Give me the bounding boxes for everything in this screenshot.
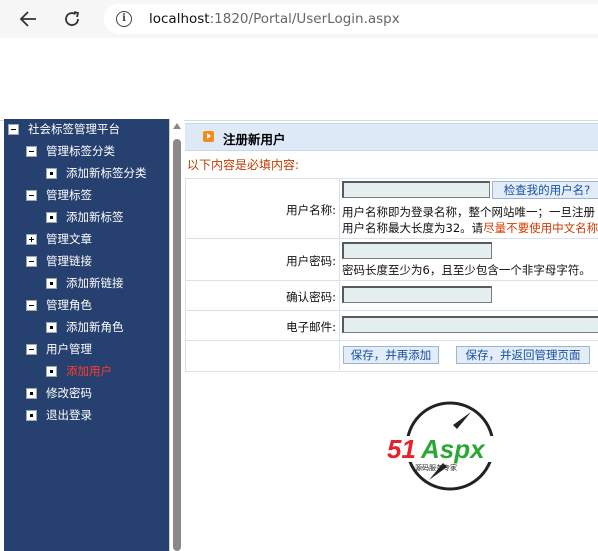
row-divider bbox=[185, 280, 598, 281]
logo-text-aspx: Aspx bbox=[420, 434, 486, 464]
sidebar-item-5[interactable]: 管理文章 bbox=[26, 229, 92, 249]
sidebar-item-label: 退出登录 bbox=[46, 408, 92, 422]
url-host: localhost bbox=[149, 11, 210, 27]
address-bar[interactable]: i localhost:1820/Portal/UserLogin.aspx bbox=[104, 4, 598, 34]
row-divider bbox=[185, 238, 598, 239]
url-text: localhost:1820/Portal/UserLogin.aspx bbox=[149, 11, 400, 27]
required-note: 以下内容是必填内容: bbox=[187, 158, 300, 172]
sidebar-item-label: 管理文章 bbox=[46, 232, 92, 246]
sidebar-item-label: 添加新标签分类 bbox=[66, 166, 147, 180]
url-path: :1820/Portal/UserLogin.aspx bbox=[209, 11, 400, 27]
logo-text-51: 51 bbox=[387, 434, 416, 464]
dot-box-icon[interactable] bbox=[46, 167, 57, 179]
password-help: 密码长度至少为6，且至少包含一个非字母字符。 bbox=[342, 263, 591, 277]
sidebar-item-label: 添加用户 bbox=[66, 364, 112, 378]
username-input[interactable] bbox=[342, 181, 490, 198]
row-divider bbox=[185, 310, 598, 311]
save-and-return-button[interactable]: 保存，并返回管理页面 bbox=[456, 346, 590, 364]
dot-box-icon[interactable] bbox=[26, 387, 37, 399]
minus-box-icon[interactable] bbox=[26, 299, 37, 311]
sidebar-item-4[interactable]: 添加新标签 bbox=[46, 207, 124, 227]
email-input[interactable] bbox=[342, 316, 598, 333]
sidebar-item-2[interactable]: 添加新标签分类 bbox=[46, 163, 147, 183]
confirm-password-label: 确认密码: bbox=[286, 290, 336, 304]
51aspx-logo: 51 Aspx 源码服务专家 bbox=[385, 400, 515, 494]
sidebar-scrollbar[interactable] bbox=[169, 119, 184, 551]
reload-icon[interactable] bbox=[60, 8, 84, 30]
sidebar-item-12[interactable]: 修改密码 bbox=[26, 383, 92, 403]
sidebar-item-label: 添加新链接 bbox=[66, 276, 124, 290]
page-title: 注册新用户 bbox=[223, 132, 286, 147]
scroll-thumb[interactable] bbox=[173, 139, 181, 551]
sidebar-item-label: 管理链接 bbox=[46, 254, 92, 268]
username-label: 用户名称: bbox=[286, 203, 336, 217]
minus-box-icon[interactable] bbox=[8, 123, 19, 135]
play-arrow-icon bbox=[203, 131, 214, 142]
minus-box-icon[interactable] bbox=[26, 145, 37, 157]
plus-box-icon[interactable] bbox=[26, 233, 37, 245]
password-input[interactable] bbox=[342, 242, 492, 259]
sidebar-item-label: 添加新标签 bbox=[66, 210, 124, 224]
sidebar-item-13[interactable]: 退出登录 bbox=[26, 405, 92, 425]
check-username-button[interactable]: 检查我的用户名? bbox=[492, 181, 598, 199]
sidebar-item-label: 管理角色 bbox=[46, 298, 92, 312]
username-help-text: 用户名称最大长度为32。请 bbox=[342, 221, 484, 235]
username-help-line1: 用户名称即为登录名称，整个网站唯一；一旦注册 bbox=[342, 205, 595, 219]
back-arrow-icon[interactable] bbox=[16, 8, 40, 30]
dot-box-icon[interactable] bbox=[46, 211, 57, 223]
form-column-divider bbox=[339, 178, 340, 370]
sidebar-item-6[interactable]: 管理链接 bbox=[26, 251, 92, 271]
sidebar-item-label: 管理标签分类 bbox=[46, 144, 115, 158]
dot-box-icon[interactable] bbox=[26, 409, 37, 421]
sidebar-item-label: 添加新角色 bbox=[66, 320, 124, 334]
email-label: 电子邮件: bbox=[286, 320, 336, 334]
row-divider bbox=[185, 340, 598, 341]
save-and-add-button[interactable]: 保存，并再添加 bbox=[343, 346, 439, 364]
site-info-icon[interactable]: i bbox=[116, 11, 132, 27]
sidebar-item-label: 管理标签 bbox=[46, 188, 92, 202]
browser-toolbar: i localhost:1820/Portal/UserLogin.aspx bbox=[0, 0, 598, 39]
minus-box-icon[interactable] bbox=[26, 189, 37, 201]
sidebar-item-3[interactable]: 管理标签 bbox=[26, 185, 92, 205]
minus-box-icon[interactable] bbox=[26, 255, 37, 267]
sidebar-item-10[interactable]: 用户管理 bbox=[26, 339, 92, 359]
confirm-password-input[interactable] bbox=[342, 286, 492, 303]
sidebar-item-label: 社会标签管理平台 bbox=[28, 122, 120, 136]
sidebar-item-label: 用户管理 bbox=[46, 342, 92, 356]
sidebar-item-8[interactable]: 管理角色 bbox=[26, 295, 92, 315]
top-frame bbox=[0, 38, 598, 121]
sidebar-item-1[interactable]: 管理标签分类 bbox=[26, 141, 115, 161]
username-help-line2: 用户名称最大长度为32。请尽量不要使用中文名称 bbox=[342, 220, 598, 236]
sidebar-item-7[interactable]: 添加新链接 bbox=[46, 273, 124, 293]
sidebar-item-label: 修改密码 bbox=[46, 386, 92, 400]
password-label: 用户密码: bbox=[286, 254, 336, 268]
dot-box-icon[interactable] bbox=[46, 277, 57, 289]
sidebar-item-9[interactable]: 添加新角色 bbox=[46, 317, 124, 337]
scroll-up-arrow-icon[interactable] bbox=[173, 123, 181, 129]
sidebar-item-0[interactable]: 社会标签管理平台 bbox=[8, 119, 120, 139]
dot-box-icon[interactable] bbox=[46, 365, 57, 377]
username-help-warning: 尽量不要使用中文名称 bbox=[483, 221, 598, 235]
minus-box-icon[interactable] bbox=[26, 343, 37, 355]
panel-header: 注册新用户 bbox=[185, 123, 598, 151]
sidebar-item-11[interactable]: 添加用户 bbox=[46, 361, 112, 381]
logo-subtext: 源码服务专家 bbox=[415, 463, 457, 472]
dot-box-icon[interactable] bbox=[46, 321, 57, 333]
